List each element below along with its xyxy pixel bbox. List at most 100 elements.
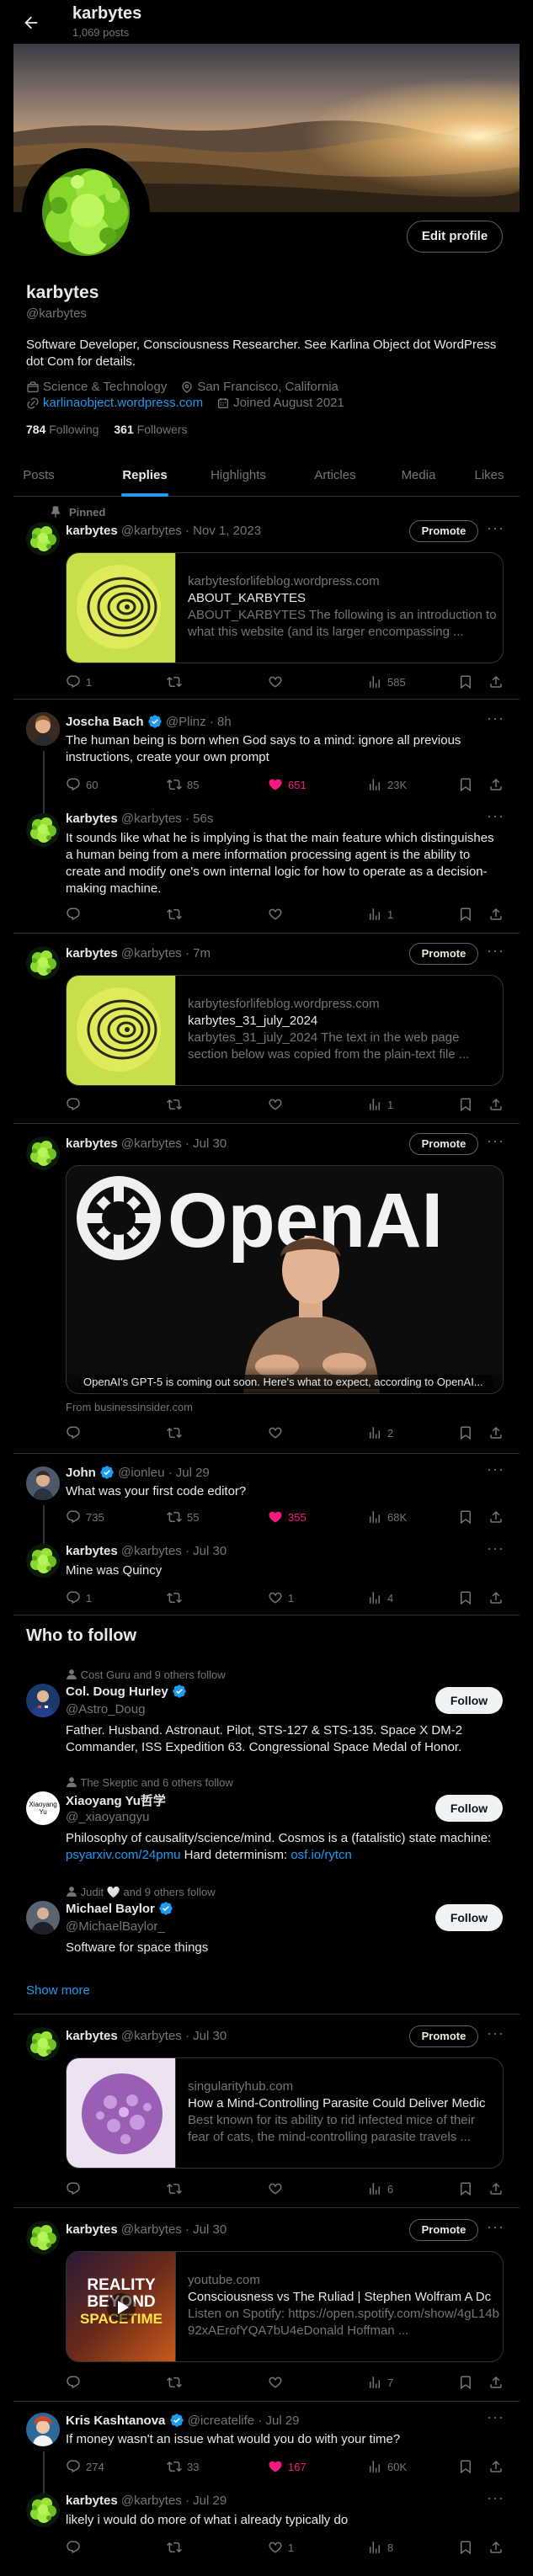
avatar[interactable] [26,2413,60,2446]
reply-button[interactable]: 274 [66,2458,104,2475]
followers-link[interactable]: 361 Followers [114,423,187,436]
share-button[interactable] [488,1096,504,1113]
like-button[interactable] [268,2374,288,2391]
retweet-button[interactable] [167,1589,187,1606]
share-button[interactable] [488,1509,504,1525]
retweet-button[interactable]: 55 [167,1509,199,1525]
edit-profile-button[interactable]: Edit profile [407,221,503,253]
share-button[interactable] [488,1589,504,1606]
views-button[interactable]: 2 [367,1424,393,1441]
avatar[interactable]: Xiaoyang Yu [26,1791,60,1825]
bookmark-button[interactable] [458,2180,473,2197]
promote-button[interactable]: Promote [409,1133,478,1155]
avatar[interactable] [26,712,60,746]
user-handle[interactable]: @Astro_Doug [66,1702,145,1716]
like-button[interactable] [268,1096,288,1113]
reply-button[interactable] [66,906,86,923]
share-button[interactable] [488,2458,504,2475]
more-options-icon[interactable]: ··· [487,808,504,828]
avatar[interactable] [26,1136,60,1170]
retweet-button[interactable] [167,2374,187,2391]
bookmark-button[interactable] [458,906,473,923]
like-button[interactable]: 167 [268,2458,306,2475]
share-button[interactable] [488,2374,504,2391]
more-options-icon[interactable]: ··· [487,943,504,963]
follow-button[interactable]: Follow [435,1904,503,1931]
more-options-icon[interactable]: ··· [487,2409,504,2430]
bookmark-button[interactable] [458,776,473,793]
user-handle[interactable]: @_xiaoyangyu [66,1810,149,1824]
following-link[interactable]: 784 Following [26,423,99,436]
like-button[interactable]: 651 [268,776,306,793]
show-more-link[interactable]: Show more [26,1983,90,1998]
reply-button[interactable] [66,2374,86,2391]
avatar[interactable] [26,813,60,847]
more-options-icon[interactable]: ··· [487,520,504,540]
views-button[interactable]: 7 [367,2374,393,2391]
link-card[interactable]: singularityhub.com How a Mind-Controllin… [66,2057,504,2169]
user-handle[interactable]: @MichaelBaylor_ [66,1919,165,1934]
more-options-icon[interactable]: ··· [487,1133,504,1153]
like-button[interactable] [268,906,288,923]
media-card[interactable]: OpenAI OpenAI's GPT-5 is coming out soon… [66,1165,504,1394]
like-button[interactable] [268,1424,288,1441]
share-button[interactable] [488,673,504,690]
reply-button[interactable]: 1 [66,673,92,690]
retweet-button[interactable] [167,1424,187,1441]
reply-button[interactable] [66,2180,86,2197]
share-button[interactable] [488,2539,504,2556]
reply-button[interactable]: 1 [66,1589,92,1606]
promote-button[interactable]: Promote [409,520,478,542]
more-options-icon[interactable]: ··· [487,1541,504,1561]
bookmark-button[interactable] [458,2374,473,2391]
more-options-icon[interactable]: ··· [487,2219,504,2239]
reply-button[interactable] [66,1096,86,1113]
video-card[interactable]: REALITY BEYOND SPACETIME youtube.com Con… [66,2251,504,2362]
views-button[interactable]: 23K [367,776,407,793]
avatar[interactable] [26,522,60,556]
retweet-button[interactable] [167,673,187,690]
like-button[interactable]: 1 [268,1589,294,1606]
bookmark-button[interactable] [458,1424,473,1441]
like-button[interactable]: 1 [268,2539,294,2556]
link-card[interactable]: karbytesforlifeblog.wordpress.com karbyt… [66,975,504,1086]
reply-button[interactable] [66,2539,86,2556]
reply-button[interactable]: 735 [66,1509,104,1525]
promote-button[interactable]: Promote [409,2219,478,2241]
share-button[interactable] [488,2180,504,2197]
tab-media[interactable]: Media [384,455,453,497]
like-button[interactable] [268,2180,288,2197]
retweet-button[interactable] [167,2180,187,2197]
retweet-button[interactable] [167,2539,187,2556]
more-options-icon[interactable]: ··· [487,711,504,731]
more-options-icon[interactable]: ··· [487,1461,504,1482]
views-button[interactable]: 6 [367,2180,393,2197]
share-button[interactable] [488,1424,504,1441]
link-card[interactable]: karbytesforlifeblog.wordpress.com ABOUT_… [66,552,504,663]
like-button[interactable] [268,673,288,690]
play-icon[interactable] [106,2292,136,2323]
reply-button[interactable]: 60 [66,776,98,793]
views-button[interactable]: 585 [367,673,406,690]
article-source[interactable]: From businessinsider.com [66,1401,193,1413]
tab-posts[interactable]: Posts [13,455,64,497]
bookmark-button[interactable] [458,2458,473,2475]
more-options-icon[interactable]: ··· [487,2490,504,2510]
views-button[interactable]: 1 [367,906,393,923]
retweet-button[interactable]: 85 [167,776,199,793]
share-button[interactable] [488,906,504,923]
share-button[interactable] [488,776,504,793]
profile-avatar[interactable] [22,148,150,276]
tab-replies[interactable]: Replies [108,455,182,497]
views-button[interactable]: 8 [367,2539,393,2556]
reply-button[interactable] [66,1424,86,1441]
retweet-button[interactable] [167,906,187,923]
promote-button[interactable]: Promote [409,943,478,965]
profile-website-link[interactable]: karlinaobject.wordpress.com [43,396,203,410]
avatar[interactable] [26,2221,60,2254]
more-options-icon[interactable]: ··· [487,2025,504,2046]
retweet-button[interactable] [167,1096,187,1113]
bookmark-button[interactable] [458,1589,473,1606]
avatar[interactable] [26,1466,60,1500]
tab-likes[interactable]: Likes [460,455,519,497]
